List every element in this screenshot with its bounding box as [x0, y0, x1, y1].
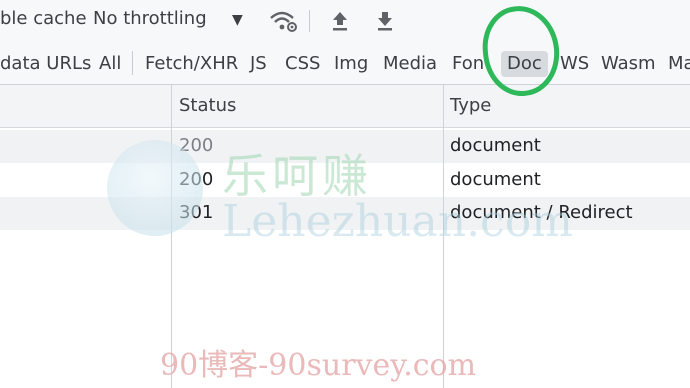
- import-har-icon[interactable]: [328, 6, 352, 36]
- filter-divider: [132, 51, 133, 75]
- type-cell: document: [450, 169, 541, 190]
- filter-manifest[interactable]: Ma: [668, 51, 690, 77]
- type-cell: document: [450, 135, 541, 156]
- export-har-icon[interactable]: [373, 6, 397, 36]
- network-conditions-icon[interactable]: [266, 6, 300, 36]
- filter-js[interactable]: JS: [250, 51, 267, 77]
- throttling-select[interactable]: No throttling: [93, 8, 207, 29]
- table-header: Status Type: [0, 85, 690, 128]
- filter-all[interactable]: All: [99, 51, 121, 77]
- filter-img[interactable]: Img: [334, 51, 368, 77]
- watermark-logo: [107, 140, 203, 236]
- column-header-type[interactable]: Type: [450, 95, 491, 116]
- chevron-down-icon[interactable]: ▼: [232, 12, 243, 28]
- filter-ws[interactable]: WS: [560, 51, 589, 77]
- filter-font[interactable]: Font: [452, 51, 484, 77]
- filter-wasm[interactable]: Wasm: [601, 51, 656, 77]
- filter-bar: data URLs All Fetch/XHR JS CSS Img Media…: [0, 42, 690, 85]
- filter-data-urls[interactable]: data URLs: [0, 51, 91, 77]
- filter-css[interactable]: CSS: [285, 51, 320, 77]
- toolbar-divider: [309, 10, 310, 32]
- watermark-bottom: 90博客-90survey.com: [160, 348, 477, 383]
- watermark-en: Lehezhuan.com: [222, 196, 573, 247]
- network-toolbar: ble cache No throttling ▼: [0, 0, 690, 42]
- filter-fetch-xhr[interactable]: Fetch/XHR: [145, 51, 238, 77]
- filter-media[interactable]: Media: [383, 51, 437, 77]
- disable-cache-checkbox-label[interactable]: ble cache: [0, 8, 87, 29]
- column-header-status[interactable]: Status: [179, 95, 236, 116]
